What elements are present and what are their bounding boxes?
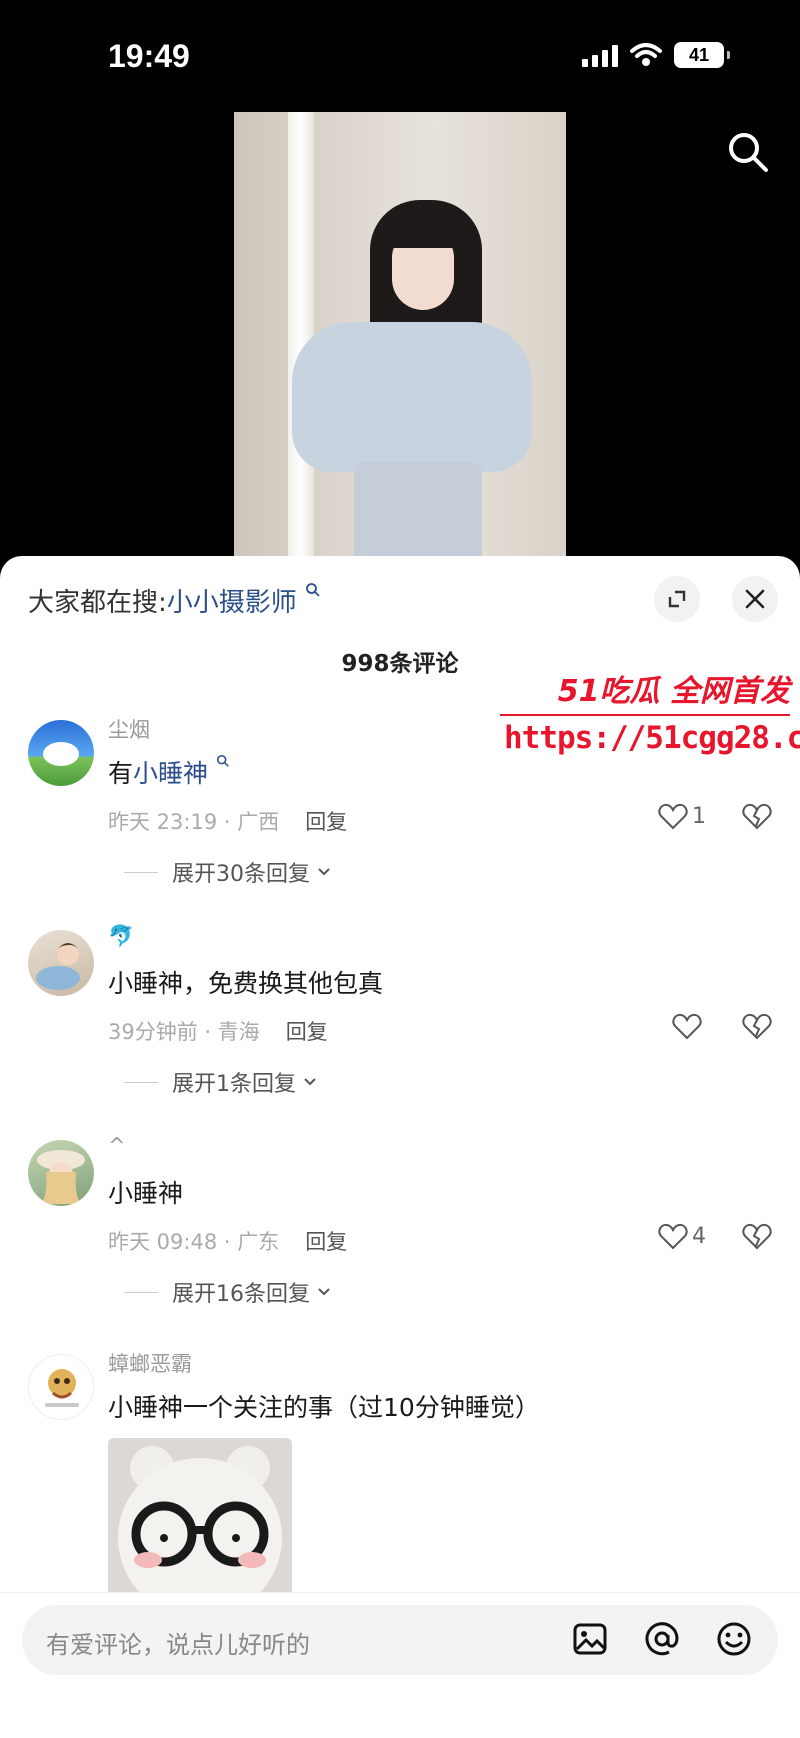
avatar[interactable] <box>28 720 94 786</box>
avatar-image <box>37 1150 85 1204</box>
comment-input-placeholder: 有爱评论，说点儿好听的 <box>46 1631 310 1659</box>
avatar-image <box>45 1369 79 1407</box>
watermark-url: https://51cgg28.com <box>504 720 800 756</box>
comment-text-prefix: 有 <box>108 759 134 788</box>
comment-meta: 39分钟前 · 青海 回复 <box>108 1016 328 1046</box>
avatar[interactable] <box>28 1140 94 1206</box>
search-icon[interactable] <box>724 128 772 176</box>
expand-replies-button[interactable]: 展开30条回复 <box>124 856 332 888</box>
expand-replies-label: 展开1条回复 <box>172 1072 296 1097</box>
comment-time-location: 昨天 09:48 · 广东 <box>108 1230 280 1254</box>
status-time: 19:49 <box>108 38 190 74</box>
avatar-image <box>43 742 79 766</box>
watermark-title: 51吃瓜 全网首发 <box>557 674 790 709</box>
trending-search[interactable]: 大家都在搜:小小摄影师 <box>28 582 321 619</box>
search-icon <box>306 583 320 597</box>
comment-meta: 昨天 23:19 · 广西 回复 <box>108 806 347 836</box>
comment-username[interactable]: 尘烟 <box>108 714 150 744</box>
sticker-image[interactable] <box>108 1438 292 1598</box>
expand-replies-button[interactable]: 展开16条回复 <box>124 1276 332 1308</box>
comment-text: 小睡神，免费换其他包真 <box>108 969 384 998</box>
avatar[interactable] <box>28 1354 94 1420</box>
reply-button[interactable]: 回复 <box>286 1020 328 1044</box>
comment-input-bar: 有爱评论，说点儿好听的 <box>0 1592 800 1738</box>
like-button[interactable] <box>672 1012 706 1040</box>
image-icon[interactable] <box>570 1619 610 1659</box>
chevron-down-icon <box>318 868 330 876</box>
collapse-button[interactable] <box>654 576 700 622</box>
signal-icon <box>582 43 618 67</box>
expand-replies-label: 展开30条回复 <box>172 862 310 887</box>
comment-time-location: 39分钟前 · 青海 <box>108 1020 260 1044</box>
video-figure-skirt <box>354 462 482 562</box>
comment-sheet: 大家都在搜:小小摄影师 998条评论 51吃瓜 全网首发 https://51c… <box>0 556 800 1738</box>
trending-search-term[interactable]: 小小摄影师 <box>167 588 297 618</box>
comment-username[interactable]: ^ <box>108 1134 126 1158</box>
video-player[interactable] <box>234 112 566 562</box>
comment-username[interactable]: 蟑螂恶霸 <box>108 1348 192 1378</box>
battery-indicator: 41 <box>674 42 730 68</box>
reply-button[interactable]: 回复 <box>305 810 347 834</box>
comment-meta: 昨天 09:48 · 广东 回复 <box>108 1226 347 1256</box>
avatar-image <box>36 943 80 990</box>
video-background-curtain <box>288 112 314 562</box>
comment-text: 小睡神一个关注的事（过10分钟睡觉） <box>108 1393 540 1422</box>
like-button[interactable]: 1 <box>658 802 706 830</box>
collapse-icon <box>668 590 686 608</box>
comment-time-location: 昨天 23:19 · 广西 <box>108 810 280 834</box>
reply-button[interactable]: 回复 <box>305 1230 347 1254</box>
comment-input[interactable]: 有爱评论，说点儿好听的 <box>22 1605 778 1675</box>
broken-heart-icon[interactable] <box>742 1012 772 1040</box>
battery-level: 41 <box>688 44 710 65</box>
close-button[interactable] <box>732 576 778 622</box>
status-icons: 41 <box>582 42 730 68</box>
heart-icon <box>658 1223 688 1250</box>
comment-text: 有小睡神 <box>108 754 230 790</box>
like-button[interactable]: 4 <box>658 1222 706 1250</box>
heart-icon <box>658 803 688 830</box>
emoji-icon[interactable] <box>714 1619 754 1659</box>
trending-search-prefix: 大家都在搜: <box>28 588 167 618</box>
watermark: 51吃瓜 全网首发 https://51cgg28.com <box>498 666 800 766</box>
broken-heart-icon[interactable] <box>742 1222 772 1250</box>
broken-heart-icon[interactable] <box>742 802 772 830</box>
video-figure-blouse <box>292 322 532 472</box>
heart-icon <box>672 1013 702 1040</box>
like-count: 1 <box>692 803 706 829</box>
avatar[interactable] <box>28 930 94 996</box>
chevron-down-icon <box>304 1078 316 1086</box>
at-icon[interactable] <box>642 1619 682 1659</box>
status-bar: 19:49 41 <box>0 0 800 110</box>
comment-text: 小睡神 <box>108 1179 184 1208</box>
expand-replies-label: 展开16条回复 <box>172 1282 310 1307</box>
comment-search-link[interactable]: 小睡神 <box>133 759 208 788</box>
like-count: 4 <box>692 1223 706 1249</box>
expand-replies-button[interactable]: 展开1条回复 <box>124 1066 318 1098</box>
chevron-down-icon <box>318 1288 330 1296</box>
wifi-icon <box>630 43 662 66</box>
bear-sticker-icon <box>108 1438 292 1598</box>
close-icon <box>745 589 765 609</box>
watermark-divider <box>500 714 790 716</box>
comment-username[interactable]: 🐬 <box>108 924 134 949</box>
search-icon <box>216 754 229 767</box>
